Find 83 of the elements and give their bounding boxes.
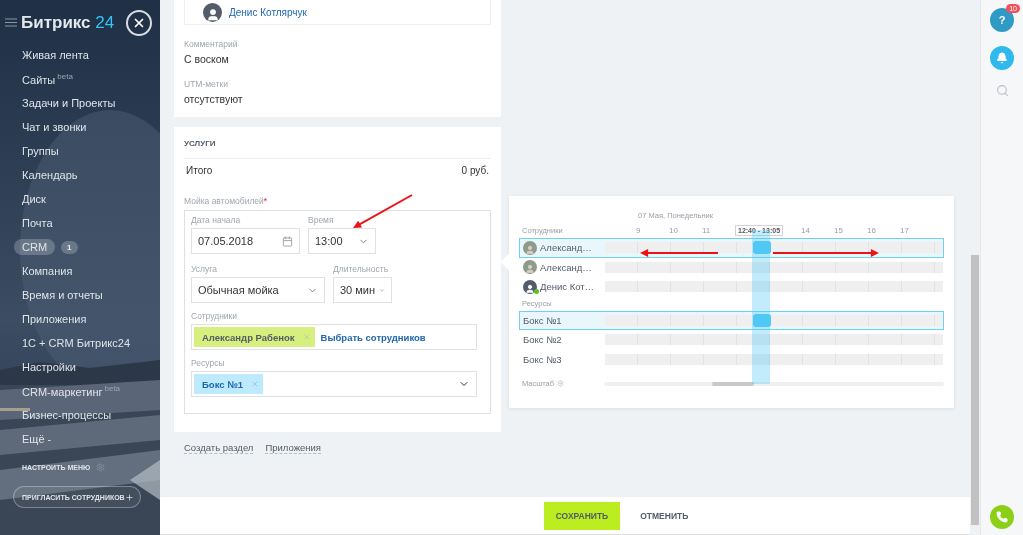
resources-field[interactable]: Бокс №1 (191, 371, 477, 397)
menu-item[interactable]: Ещё - (14, 433, 60, 445)
logo: Битрикс 24 (21, 12, 115, 33)
service-select[interactable]: Обычная мойка (191, 277, 325, 303)
menu-item[interactable]: Почта (14, 217, 61, 229)
section-link[interactable]: Приложения (265, 442, 321, 454)
field-value: отсутствуют (184, 93, 244, 105)
hour-label: 11 (702, 225, 712, 235)
settings-icon[interactable] (557, 380, 565, 387)
menu-item[interactable]: 1С + CRM Битрикс24 (14, 337, 139, 349)
employee-name: Александ… (540, 261, 592, 273)
hour-label: 17 (900, 225, 910, 235)
hour-label: 10 (669, 225, 679, 235)
search-icon[interactable] (995, 84, 1009, 97)
field-label: Комментарий (184, 39, 239, 49)
notifications-button[interactable] (990, 46, 1014, 70)
save-button[interactable]: СОХРАНИТЬ (543, 501, 621, 530)
arrow-icon (353, 194, 413, 228)
timeline-row[interactable]: Бокс №3 (519, 349, 944, 369)
staff-tag: Александр Рабенок (194, 327, 315, 347)
field-label: Время (308, 215, 335, 225)
field-label: UTM-метки (184, 79, 229, 89)
staff-field[interactable]: Александр Рабенок Выбрать сотрудников (191, 324, 477, 350)
field-label: Ресурсы (191, 358, 226, 368)
timeline-row[interactable]: Бокс №2 (519, 330, 944, 350)
hour-label: 15 (834, 225, 844, 235)
person-link[interactable]: Денис Котлярчук (229, 6, 307, 18)
select-staff-link[interactable]: Выбрать сотрудников (320, 331, 426, 343)
call-button[interactable] (990, 505, 1014, 529)
cancel-button[interactable]: ОТМЕНИТЬ (628, 501, 701, 530)
booking-block (753, 313, 771, 327)
bell-icon[interactable] (996, 52, 1008, 64)
section-link[interactable]: Создать раздел (184, 442, 254, 454)
menu-item[interactable]: Настройки (14, 361, 84, 373)
field-label: Длительность (333, 264, 390, 274)
total-label: Итого (186, 165, 213, 176)
settings-icon[interactable] (96, 463, 106, 472)
employee-name: Денис Кот… (540, 281, 595, 293)
menu-item[interactable]: Календарь (14, 169, 86, 181)
menu-icon[interactable] (5, 18, 17, 27)
hour-label: 9 (636, 225, 642, 235)
resource-name: Бокс №1 (523, 314, 562, 326)
field-label: Сотрудники (191, 311, 239, 321)
field-value: С воском (184, 53, 230, 65)
resource-name: Бокс №2 (523, 334, 562, 346)
menu-item[interactable]: Диск (14, 193, 54, 205)
hour-label: 16 (867, 225, 877, 235)
booking-block (753, 241, 771, 255)
menu-item[interactable]: Бизнес-процессы (14, 409, 120, 421)
timeline-row[interactable]: Бокс №1 (519, 310, 944, 330)
menu-item[interactable]: Группы (14, 145, 67, 157)
field-label: Услуга (191, 264, 218, 274)
menu-item[interactable]: Приложения (14, 313, 95, 325)
total-value: 0 руб. (461, 165, 489, 176)
phone-icon[interactable] (996, 511, 1008, 523)
time-select[interactable]: 13:00 (308, 228, 376, 254)
remove-icon[interactable] (302, 333, 311, 341)
menu-item[interactable]: Живая лента (14, 49, 97, 61)
calendar-icon[interactable] (282, 235, 293, 247)
menu-item[interactable]: Сайты $^{beta}$ (14, 72, 81, 86)
counter-badge: 1 (61, 240, 78, 254)
duration-select[interactable]: 30 мин (333, 277, 392, 303)
section-title: УСЛУГИ (184, 139, 217, 148)
menu-item[interactable]: CRM (14, 239, 56, 255)
resource-name: Бокс №3 (523, 353, 562, 365)
menu-item[interactable]: Время и отчеты (14, 289, 111, 301)
resource-tag: Бокс №1 (194, 374, 264, 394)
menu-item[interactable]: Компания (14, 265, 81, 277)
timeline-row[interactable]: Денис Кот… (519, 277, 944, 297)
employee-name: Александ… (540, 242, 592, 254)
timeline-row[interactable]: Александ… (519, 238, 944, 258)
date-field[interactable]: 07.05.2018 (191, 228, 300, 254)
remove-icon[interactable] (251, 380, 260, 388)
close-button[interactable] (126, 9, 152, 36)
menu-item[interactable]: Чат и звонки (14, 121, 95, 133)
timeline-row[interactable]: Александ… (519, 257, 944, 277)
plus-icon (125, 492, 134, 502)
arrow-icon (772, 249, 879, 257)
menu-item[interactable]: Задачи и Проекты (14, 97, 124, 109)
arrow-icon (640, 249, 719, 257)
hour-label: 14 (801, 225, 811, 235)
field-label: Мойка автомобилей* (184, 196, 269, 206)
field-label: Дата начала (191, 215, 242, 225)
